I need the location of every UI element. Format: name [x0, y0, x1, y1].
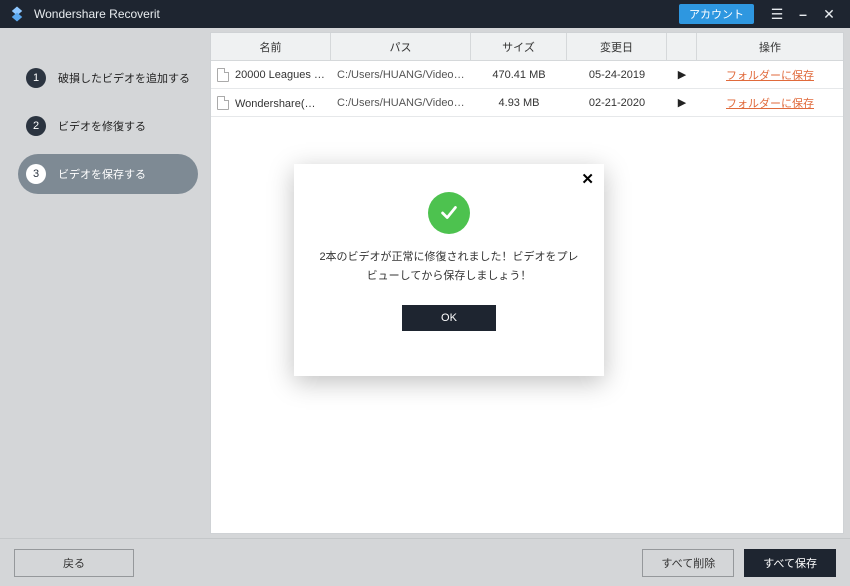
sidebar-step-2[interactable]: 2 ビデオを修復する: [18, 106, 198, 146]
col-header-name: 名前: [211, 33, 331, 60]
titlebar: Wondershare Recoverit アカウント ☰ – ✕: [0, 0, 850, 28]
account-button[interactable]: アカウント: [679, 4, 754, 24]
delete-all-button[interactable]: すべて削除: [642, 549, 734, 577]
col-header-date: 変更日: [567, 33, 667, 60]
success-modal: ✕ 2本のビデオが正常に修復されました！ビデオをプレビューしてから保存しましょう…: [294, 164, 604, 376]
minimize-icon[interactable]: –: [790, 6, 816, 22]
menu-icon[interactable]: ☰: [764, 6, 790, 23]
cell-name: 20000 Leagues Und...: [235, 69, 325, 81]
table-row: 20000 Leagues Und... C:/Users/HUANG/Vide…: [211, 61, 843, 89]
close-window-icon[interactable]: ✕: [816, 6, 842, 23]
checkmark-icon: [428, 192, 470, 234]
cell-size: 4.93 MB: [499, 97, 540, 109]
save-to-folder-link[interactable]: フォルダーに保存: [726, 95, 814, 111]
sidebar-step-3[interactable]: 3 ビデオを保存する: [18, 154, 198, 194]
save-all-button[interactable]: すべて保存: [744, 549, 836, 577]
col-header-size: サイズ: [471, 33, 567, 60]
col-header-path: パス: [331, 33, 471, 60]
cell-path: C:/Users/HUANG/Videos/Ca...: [337, 97, 465, 109]
play-button[interactable]: ▶: [667, 89, 697, 116]
app-logo-icon: [8, 5, 26, 23]
file-icon: [217, 68, 229, 82]
step-label: ビデオを修復する: [58, 118, 146, 134]
cell-size: 470.41 MB: [492, 69, 545, 81]
cell-name: Wondershare(ワンダ...: [235, 95, 325, 111]
step-number: 3: [26, 164, 46, 184]
table-row: Wondershare(ワンダ... C:/Users/HUANG/Videos…: [211, 89, 843, 117]
table-header: 名前 パス サイズ 変更日 操作: [211, 33, 843, 61]
back-button[interactable]: 戻る: [14, 549, 134, 577]
play-button[interactable]: ▶: [667, 61, 697, 88]
sidebar-step-1[interactable]: 1 破損したビデオを追加する: [18, 58, 198, 98]
cell-path: C:/Users/HUANG/Videos/20...: [337, 69, 465, 81]
close-icon[interactable]: ✕: [581, 170, 594, 188]
modal-message: 2本のビデオが正常に修復されました！ビデオをプレビューしてから保存しましょう！: [294, 248, 604, 285]
col-header-op: 操作: [697, 33, 843, 60]
ok-button[interactable]: OK: [402, 305, 496, 331]
step-number: 2: [26, 116, 46, 136]
file-icon: [217, 96, 229, 110]
sidebar: 1 破損したビデオを追加する 2 ビデオを修復する 3 ビデオを保存する: [0, 28, 210, 538]
save-to-folder-link[interactable]: フォルダーに保存: [726, 67, 814, 83]
cell-date: 05-24-2019: [589, 69, 645, 81]
cell-date: 02-21-2020: [589, 97, 645, 109]
step-number: 1: [26, 68, 46, 88]
window-title: Wondershare Recoverit: [34, 7, 679, 21]
step-label: 破損したビデオを追加する: [58, 70, 190, 86]
footer: 戻る すべて削除 すべて保存: [0, 538, 850, 586]
col-header-play: [667, 33, 697, 60]
step-label: ビデオを保存する: [58, 166, 146, 182]
